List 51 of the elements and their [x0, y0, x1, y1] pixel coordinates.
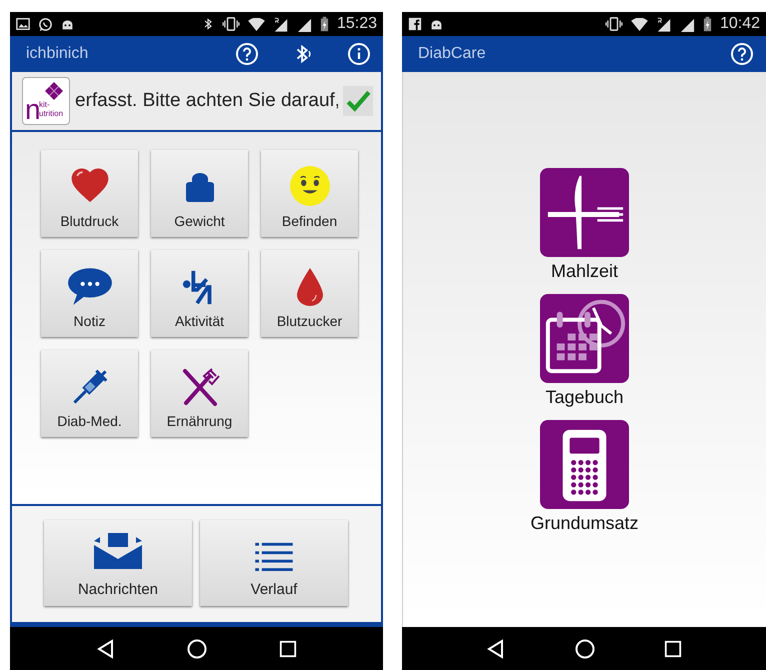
- status-time: 15:23: [336, 15, 377, 33]
- vibrate-icon: [604, 17, 623, 31]
- signal-icon: [656, 16, 672, 32]
- nav-tile-button[interactable]: Verlauf: [200, 520, 348, 606]
- signal-icon: [680, 16, 695, 32]
- tile-button[interactable]: Blutdruck: [41, 150, 138, 237]
- image-icon: [16, 17, 30, 31]
- tile-button[interactable]: Notiz: [41, 250, 138, 337]
- signal-icon: [272, 16, 289, 32]
- nav-tile-button[interactable]: Nachrichten: [44, 520, 192, 606]
- tile-button[interactable]: Blutzucker: [261, 250, 358, 337]
- tile-button[interactable]: Befinden: [261, 150, 358, 237]
- list-icon: [255, 541, 293, 571]
- home-icon[interactable]: [187, 638, 208, 658]
- wifi-icon: [630, 18, 648, 30]
- robot-icon: [61, 18, 74, 30]
- smiley-icon: [288, 165, 330, 207]
- recents-icon[interactable]: [664, 640, 682, 658]
- robot-icon: [430, 18, 443, 30]
- tile-button[interactable]: Diab-Med.: [41, 350, 138, 437]
- envelope-icon: [92, 531, 144, 571]
- battery-icon: [702, 16, 712, 32]
- home-icon[interactable]: [574, 638, 595, 658]
- launcher-item[interactable]: Mahlzeit: [540, 168, 629, 282]
- info-icon[interactable]: [347, 42, 371, 66]
- back-icon[interactable]: [96, 638, 116, 658]
- help-icon[interactable]: [730, 42, 754, 66]
- tile-button[interactable]: Gewicht: [151, 150, 248, 237]
- signal-icon: [296, 16, 312, 32]
- wifi-icon: [248, 18, 265, 30]
- checkmark-button[interactable]: [343, 86, 373, 116]
- tile-button[interactable]: Ernährung: [151, 350, 248, 437]
- tile-button[interactable]: Aktivität: [151, 250, 248, 337]
- checkmark-icon: [345, 88, 371, 114]
- knife-fork-icon[interactable]: [540, 168, 629, 257]
- vibrate-icon: [222, 17, 240, 31]
- status-time: 10:42: [720, 15, 760, 33]
- app-title: ichbinich: [26, 45, 90, 63]
- launcher-item[interactable]: Grundumsatz: [530, 420, 639, 534]
- battery-icon: [320, 16, 329, 32]
- calculator-icon[interactable]: [540, 420, 629, 509]
- diamond-icon: [45, 82, 63, 100]
- chat-bubble-icon: [38, 16, 53, 32]
- ticker-text: erfasst. Bitte achten Sie darauf,: [75, 90, 338, 112]
- app-title: DiabCare: [418, 45, 487, 63]
- help-icon[interactable]: [235, 42, 259, 66]
- calendar-clock-icon[interactable]: [540, 294, 629, 383]
- recents-icon[interactable]: [279, 640, 298, 658]
- speech-bubble-icon: [66, 265, 112, 307]
- f-square-icon: [408, 17, 422, 31]
- launcher-item[interactable]: Tagebuch: [540, 294, 629, 408]
